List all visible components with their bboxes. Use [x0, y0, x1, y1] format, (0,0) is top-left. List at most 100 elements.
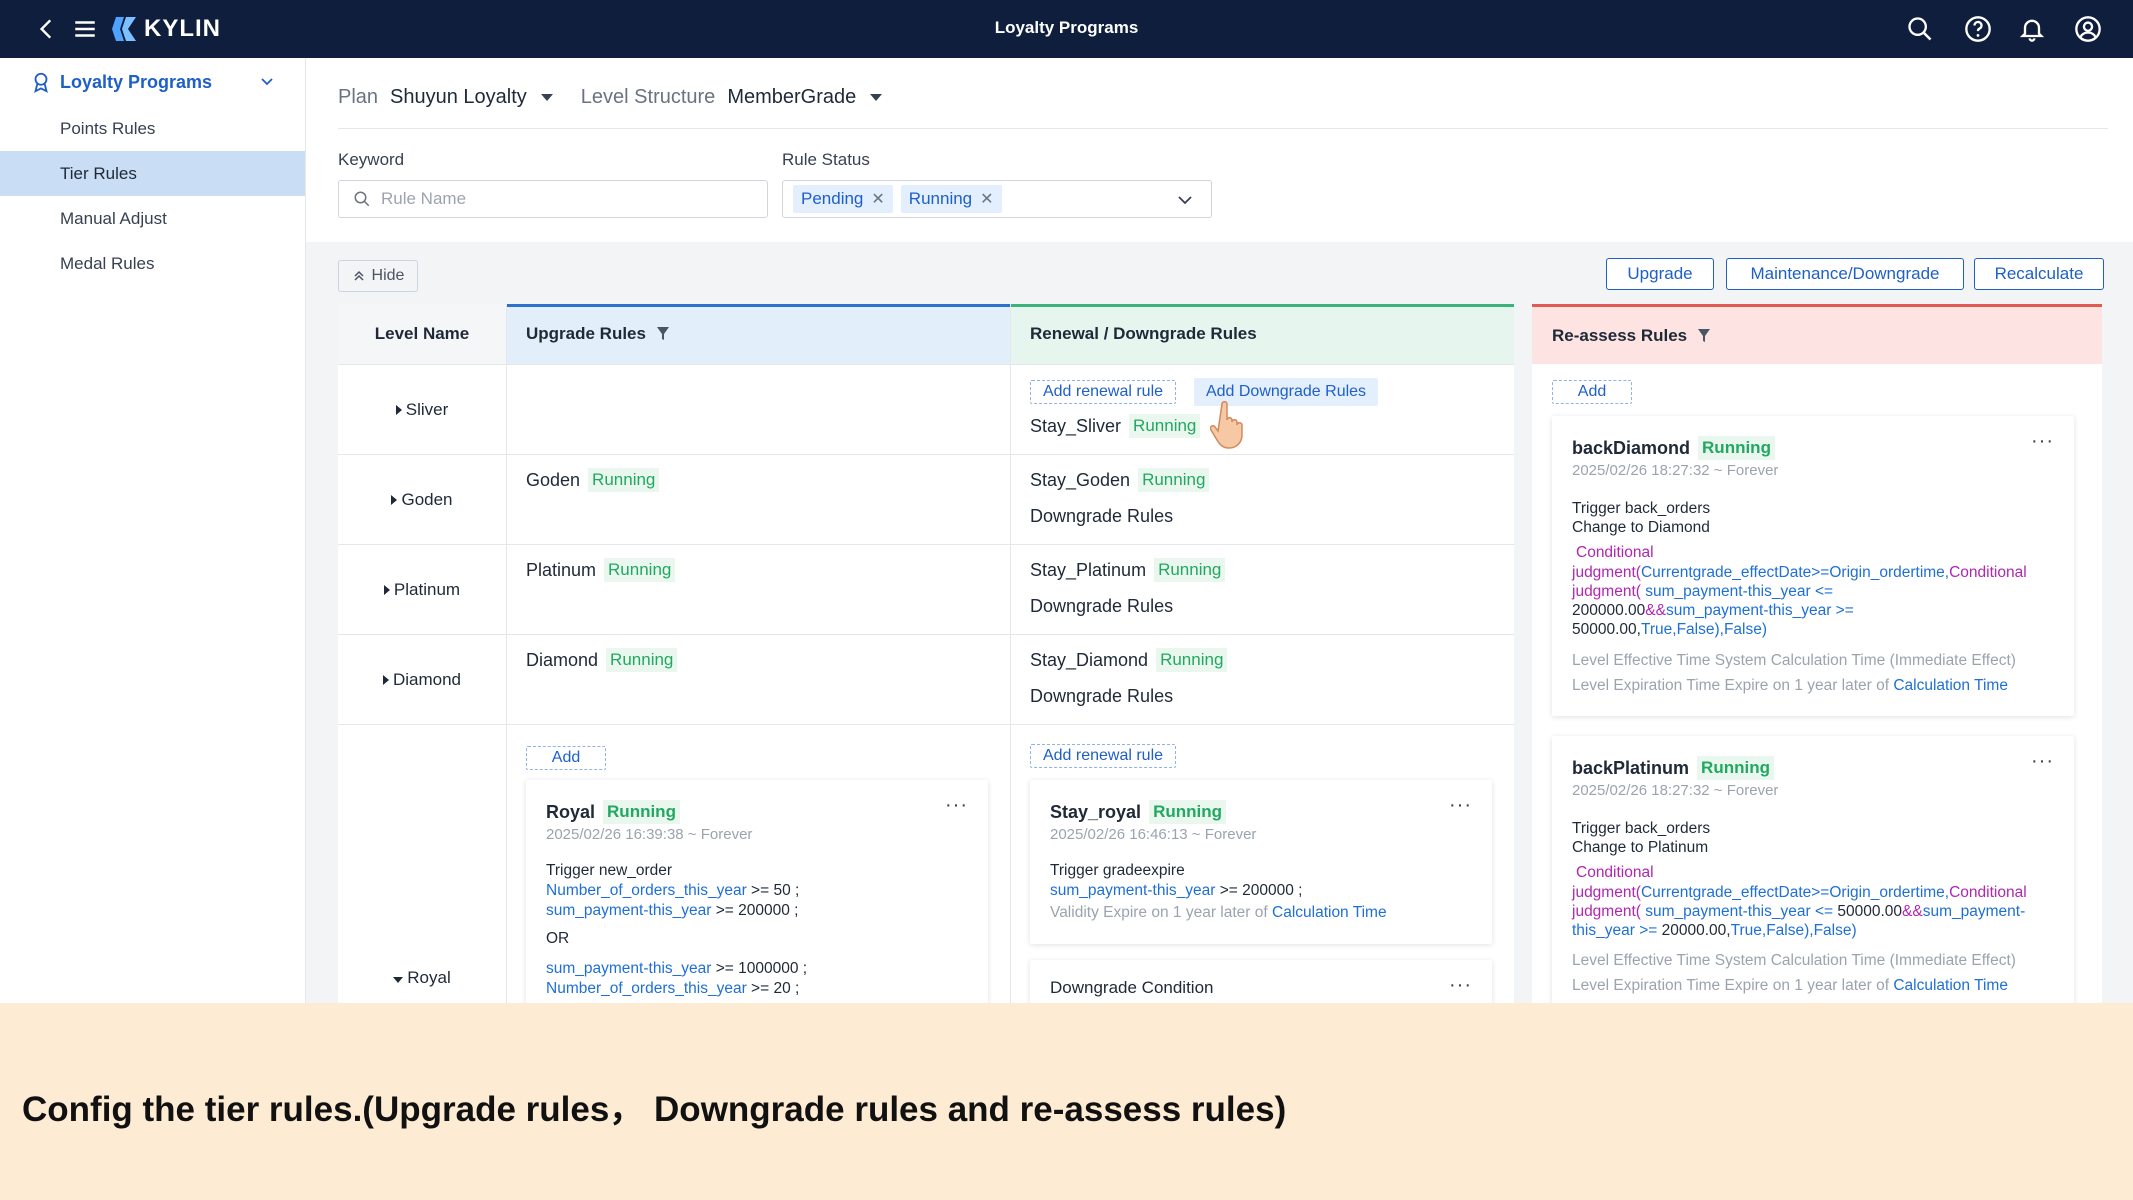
keyword-placeholder: Rule Name: [381, 189, 467, 208]
filter-icon[interactable]: [656, 326, 670, 342]
field-link[interactable]: sum_payment-this_year: [546, 960, 711, 977]
level-name-goden[interactable]: Goden: [338, 490, 506, 510]
sidebar-item-points-rules[interactable]: Points Rules: [0, 106, 305, 151]
award-icon: [34, 72, 48, 93]
more-icon[interactable]: ···: [945, 794, 968, 817]
field-link[interactable]: Number_of_orders_this_year: [546, 980, 747, 997]
rule-name: Stay_Diamond: [1030, 649, 1149, 670]
caret-right-icon: [395, 405, 402, 415]
level-name-diamond[interactable]: Diamond: [338, 670, 506, 690]
add-renewal-rule-button[interactable]: Add renewal rule: [1030, 744, 1176, 768]
bool-text: True,: [1640, 621, 1677, 638]
card-date: 2025/02/26 18:27:32 ~ Forever: [1572, 782, 1779, 799]
field-link[interactable]: sum_payment-this_year: [546, 902, 711, 919]
plan-label: Plan: [338, 85, 379, 108]
upgrade-button[interactable]: Upgrade: [1606, 258, 1714, 290]
effective-time-text: Level Effective Time System Calculation …: [1572, 652, 2016, 669]
table-row: [338, 544, 1514, 634]
caption-banner: Config the tier rules.(Upgrade rules， Do…: [0, 1003, 2133, 1200]
calculation-time-link[interactable]: Calculation Time: [1893, 977, 2008, 994]
rule-card-back-platinum[interactable]: backPlatinum Running 2025/02/26 18:27:32 …: [1552, 736, 2074, 1036]
caret-down-icon[interactable]: [870, 93, 883, 101]
field-link[interactable]: Number_of_orders_this_year: [546, 882, 747, 899]
rule-status-select[interactable]: Pending ✕ Running ✕: [782, 180, 1212, 218]
plan-select[interactable]: Shuyun Loyalty: [390, 86, 527, 109]
more-icon[interactable]: ···: [1449, 794, 1472, 817]
upgrade-rule-platinum[interactable]: Platinum Running: [526, 558, 676, 582]
downgrade-rules-link[interactable]: Downgrade Rules: [1030, 596, 1173, 617]
card-title: Stay_royal Running: [1050, 800, 1226, 824]
expiration-text: Level Expiration Time Expire on 1 year l…: [1572, 677, 1894, 694]
caption-text: Config the tier rules.(Upgrade rules， Do…: [22, 1090, 1287, 1129]
sidebar-header[interactable]: Loyalty Programs: [0, 58, 305, 106]
add-renewal-rule-button[interactable]: Add renewal rule: [1030, 380, 1176, 404]
caret-down-icon[interactable]: [540, 93, 553, 101]
status-badge: Running: [1129, 414, 1201, 438]
status-badge: Running: [603, 800, 680, 824]
upgrade-rule-goden[interactable]: Goden Running: [526, 468, 660, 492]
card-title: backDiamond Running: [1572, 436, 1775, 460]
close-icon[interactable]: ✕: [980, 189, 993, 209]
rule-card-back-diamond[interactable]: backDiamond Running 2025/02/26 18:27:32 ~…: [1552, 416, 2074, 716]
add-upgrade-rule-button[interactable]: Add: [526, 746, 606, 770]
keyword-label: Keyword: [338, 150, 405, 169]
level-label: Royal: [407, 968, 451, 987]
bell-icon[interactable]: [2018, 15, 2046, 43]
renewal-rule-stay-goden[interactable]: Stay_Goden Running: [1030, 468, 1210, 492]
close-icon[interactable]: ✕: [871, 189, 884, 209]
downgrade-rules-link[interactable]: Downgrade Rules: [1030, 506, 1173, 527]
level-structure-select[interactable]: MemberGrade: [727, 86, 856, 109]
more-icon[interactable]: ···: [1449, 974, 1472, 997]
chevron-down-icon[interactable]: [259, 74, 275, 90]
keyword-input[interactable]: Rule Name: [338, 180, 768, 218]
search-icon: [354, 191, 370, 207]
downgrade-rules-link[interactable]: Downgrade Rules: [1030, 686, 1173, 707]
bool-text: False),: [1676, 621, 1724, 638]
rule-name: Stay_Goden: [1030, 469, 1131, 490]
chevron-down-icon[interactable]: [1175, 190, 1195, 210]
card-date: 2025/02/26 18:27:32 ~ Forever: [1572, 462, 1779, 479]
double-chevron-up-icon: [354, 270, 364, 281]
status-badge: Running: [604, 558, 676, 582]
hide-button[interactable]: Hide: [338, 260, 418, 292]
calculation-time-link[interactable]: Calculation Time: [1893, 677, 2008, 694]
rule-status-label: Rule Status: [782, 150, 870, 169]
filter-icon[interactable]: [1697, 328, 1711, 344]
search-icon[interactable]: [1906, 15, 1934, 43]
sidebar-item-medal-rules[interactable]: Medal Rules: [0, 241, 305, 286]
recalculate-button[interactable]: Recalculate: [1974, 258, 2104, 290]
condition-text: >= 50 ;: [746, 882, 800, 899]
status-badge: Running: [1154, 558, 1226, 582]
sidebar-item-tier-rules[interactable]: Tier Rules: [0, 151, 305, 196]
help-icon[interactable]: [1964, 15, 1992, 43]
rule-name: backDiamond: [1572, 437, 1691, 458]
calculation-time-link[interactable]: Calculation Time: [1272, 904, 1387, 921]
rule-card-stay-royal[interactable]: Stay_royal Running 2025/02/26 16:46:13 ~ …: [1030, 780, 1492, 944]
value-text: 20000.00,: [1661, 922, 1731, 939]
level-name-royal[interactable]: Royal: [338, 968, 506, 988]
sidebar-item-manual-adjust[interactable]: Manual Adjust: [0, 196, 305, 241]
rule-name: Stay_Platinum: [1030, 559, 1147, 580]
maintenance-downgrade-button[interactable]: Maintenance/Downgrade: [1726, 258, 1964, 290]
level-name-platinum[interactable]: Platinum: [338, 580, 506, 600]
renewal-rule-stay-diamond[interactable]: Stay_Diamond Running: [1030, 648, 1228, 672]
renewal-rule-stay-sliver[interactable]: Stay_Sliver Running: [1030, 414, 1201, 438]
field-link[interactable]: sum_payment-this_year: [1050, 882, 1215, 899]
bool-text: False): [1723, 621, 1768, 638]
upgrade-rule-diamond[interactable]: Diamond Running: [526, 648, 678, 672]
card-title: Royal Running: [546, 800, 680, 824]
column-header-label: Re-assess Rules: [1552, 325, 1688, 345]
tag-label: Running: [908, 189, 973, 208]
status-badge: Running: [1138, 468, 1210, 492]
add-reassess-rule-button[interactable]: Add: [1552, 380, 1632, 404]
function-text: judgment(: [1572, 884, 1641, 901]
more-icon[interactable]: ···: [2031, 430, 2054, 453]
more-icon[interactable]: ···: [2031, 750, 2054, 773]
validity-text: Validity Expire on 1 year later of: [1050, 904, 1272, 921]
level-name-sliver[interactable]: Sliver: [338, 400, 506, 420]
card-date: 2025/02/26 16:46:13 ~ Forever: [1050, 826, 1257, 843]
expression-text: sum_payment-this_year <=: [1640, 583, 1834, 600]
user-icon[interactable]: [2074, 15, 2102, 43]
renewal-rule-stay-platinum[interactable]: Stay_Platinum Running: [1030, 558, 1226, 582]
status-badge: Running: [1697, 756, 1774, 780]
